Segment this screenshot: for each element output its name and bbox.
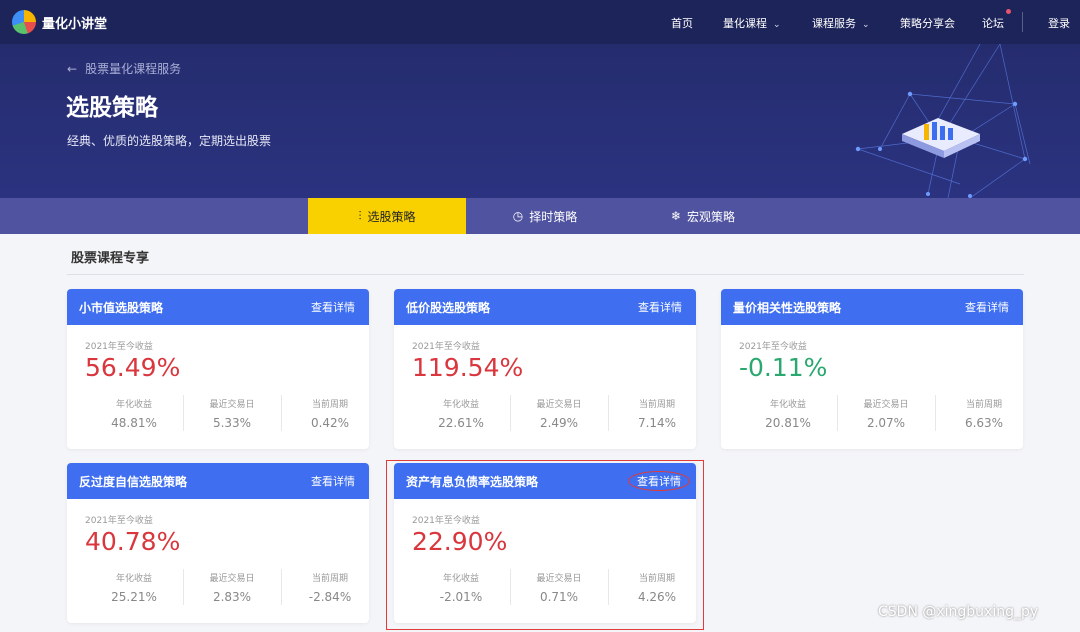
- stat-label: 当前周期: [638, 400, 675, 410]
- stat-annual: 年化收益 22.61%: [412, 393, 510, 433]
- stat-label: 当前周期: [965, 400, 1002, 410]
- stat-label: 最近交易日: [209, 400, 255, 410]
- stats-row: 年化收益 25.21% 最近交易日 2.83% 当前周期 -2.84%: [85, 567, 369, 607]
- stat-label: 年化收益: [115, 574, 152, 584]
- watermark: CSDN @xingbuxing_py: [878, 604, 1039, 620]
- page-title: 选股策略: [66, 95, 158, 121]
- stats-row: 年化收益 22.61% 最近交易日 2.49% 当前周期 7.14%: [412, 393, 696, 433]
- clock-icon: ◷: [512, 209, 524, 223]
- stat-label: 年化收益: [115, 400, 152, 410]
- page-subtitle: 经典、优质的选股策略，定期选出股票: [67, 134, 272, 148]
- nav-item-courses[interactable]: 量化课程 ⌄: [723, 15, 781, 31]
- ytd-value: 119.54%: [412, 353, 524, 382]
- tab-macro[interactable]: ❄ 宏观策略: [624, 198, 782, 234]
- card-title: 低价股选股策略: [406, 300, 491, 315]
- card-title: 反过度自信选股策略: [79, 474, 188, 489]
- logo-icon[interactable]: [12, 10, 36, 34]
- stat-value: 7.14%: [637, 416, 677, 430]
- card-title: 量价相关性选股策略: [733, 300, 842, 315]
- stat-value: -2.84%: [308, 590, 352, 604]
- candlestick-icon: ⫶: [358, 208, 362, 223]
- stat-last-trading-day: 最近交易日 5.33%: [183, 393, 281, 433]
- network-illustration-icon: [855, 44, 1031, 198]
- nav-item-services[interactable]: 课程服务 ⌄: [812, 15, 870, 31]
- stat-value: 2.83%: [212, 590, 252, 604]
- tab-label: 择时策略: [529, 209, 578, 224]
- strategy-card: 低价股选股策略 查看详情 2021年至今收益 119.54% 年化收益 22.61…: [394, 289, 696, 449]
- card-title: 小市值选股策略: [79, 300, 164, 315]
- breadcrumb-label: 股票量化课程服务: [85, 62, 182, 76]
- top-navbar: 量化小讲堂 首页 量化课程 ⌄ 课程服务 ⌄ 策略分享会 论坛 登录: [0, 0, 1080, 44]
- stat-annual: 年化收益 25.21%: [85, 567, 183, 607]
- stat-current-period: 当前周期 0.42%: [281, 393, 369, 433]
- stat-label: 最近交易日: [863, 400, 909, 410]
- stat-label: 最近交易日: [209, 574, 255, 584]
- login-link[interactable]: 登录: [1048, 15, 1070, 31]
- tab-label: 宏观策略: [687, 209, 736, 224]
- stat-value: 20.81%: [765, 416, 811, 430]
- notification-dot: [1006, 9, 1011, 14]
- stat-label: 当前周期: [311, 574, 348, 584]
- stat-current-period: 当前周期 -2.84%: [281, 567, 369, 607]
- card-header: 反过度自信选股策略 查看详情: [67, 463, 369, 499]
- stat-annual: 年化收益 20.81%: [739, 393, 837, 433]
- stat-value: 0.42%: [310, 416, 350, 430]
- back-arrow-icon: ←: [67, 62, 78, 76]
- card-header: 小市值选股策略 查看详情: [67, 289, 369, 325]
- stat-value: 25.21%: [111, 590, 157, 604]
- view-details-link[interactable]: 查看详情: [638, 299, 682, 315]
- stat-label: 当前周期: [311, 400, 348, 410]
- stat-value: 6.63%: [964, 416, 1004, 430]
- ytd-label: 2021年至今收益: [412, 342, 480, 352]
- view-details-link[interactable]: 查看详情: [311, 299, 355, 315]
- section-title: 股票课程专享: [71, 251, 150, 266]
- brand-name[interactable]: 量化小讲堂: [42, 13, 107, 32]
- strategy-card: 量价相关性选股策略 查看详情 2021年至今收益 -0.11% 年化收益 20.8…: [721, 289, 1023, 449]
- card-header: 低价股选股策略 查看详情: [394, 289, 696, 325]
- stat-value: 48.81%: [111, 416, 157, 430]
- stat-value: 5.33%: [212, 416, 252, 430]
- strategy-tabs: ⫶ 选股策略 ◷ 择时策略 ❄ 宏观策略: [0, 198, 1080, 234]
- nav-divider: [1022, 12, 1023, 32]
- hero-banner: ← 股票量化课程服务 选股策略 经典、优质的选股策略，定期选出股票: [0, 44, 1080, 198]
- ytd-label: 2021年至今收益: [85, 516, 153, 526]
- nav-item-strategy-share[interactable]: 策略分享会: [900, 15, 955, 31]
- stat-value: 2.49%: [539, 416, 579, 430]
- nav-item-home[interactable]: 首页: [671, 15, 693, 31]
- chevron-down-icon: ⌄: [862, 20, 870, 30]
- ytd-label: 2021年至今收益: [85, 342, 153, 352]
- stat-annual: 年化收益 48.81%: [85, 393, 183, 433]
- stat-label: 年化收益: [442, 400, 479, 410]
- section-divider: [67, 274, 1024, 275]
- view-details-link[interactable]: 查看详情: [965, 299, 1009, 315]
- tab-stock-selection[interactable]: ⫶ 选股策略: [308, 198, 466, 234]
- tab-timing[interactable]: ◷ 择时策略: [466, 198, 624, 234]
- strategy-card: 小市值选股策略 查看详情 2021年至今收益 56.49% 年化收益 48.81%…: [67, 289, 369, 449]
- stats-row: 年化收益 20.81% 最近交易日 2.07% 当前周期 6.63%: [739, 393, 1023, 433]
- ytd-value: 40.78%: [85, 527, 181, 556]
- stat-value: 2.07%: [866, 416, 906, 430]
- breadcrumb[interactable]: ← 股票量化课程服务: [67, 60, 181, 77]
- strategy-card: 反过度自信选股策略 查看详情 2021年至今收益 40.78% 年化收益 25.2…: [67, 463, 369, 623]
- stats-row: 年化收益 48.81% 最近交易日 5.33% 当前周期 0.42%: [85, 393, 369, 433]
- stat-last-trading-day: 最近交易日 2.83%: [183, 567, 281, 607]
- chevron-down-icon: ⌄: [773, 20, 781, 30]
- ytd-label: 2021年至今收益: [739, 342, 807, 352]
- stat-last-trading-day: 最近交易日 2.49%: [510, 393, 608, 433]
- stat-value: 22.61%: [438, 416, 484, 430]
- stat-current-period: 当前周期 7.14%: [608, 393, 696, 433]
- nav-item-forum[interactable]: 论坛: [982, 15, 1004, 31]
- annotation-highlight-box: [386, 460, 704, 630]
- stat-label: 最近交易日: [536, 400, 582, 410]
- ytd-value: -0.11%: [739, 353, 828, 382]
- stat-current-period: 当前周期 6.63%: [935, 393, 1023, 433]
- snowflake-icon: ❄: [670, 209, 682, 223]
- stat-label: 年化收益: [769, 400, 806, 410]
- stat-last-trading-day: 最近交易日 2.07%: [837, 393, 935, 433]
- ytd-value: 56.49%: [85, 353, 181, 382]
- tab-label: 选股策略: [367, 209, 416, 224]
- view-details-link[interactable]: 查看详情: [311, 473, 355, 489]
- card-header: 量价相关性选股策略 查看详情: [721, 289, 1023, 325]
